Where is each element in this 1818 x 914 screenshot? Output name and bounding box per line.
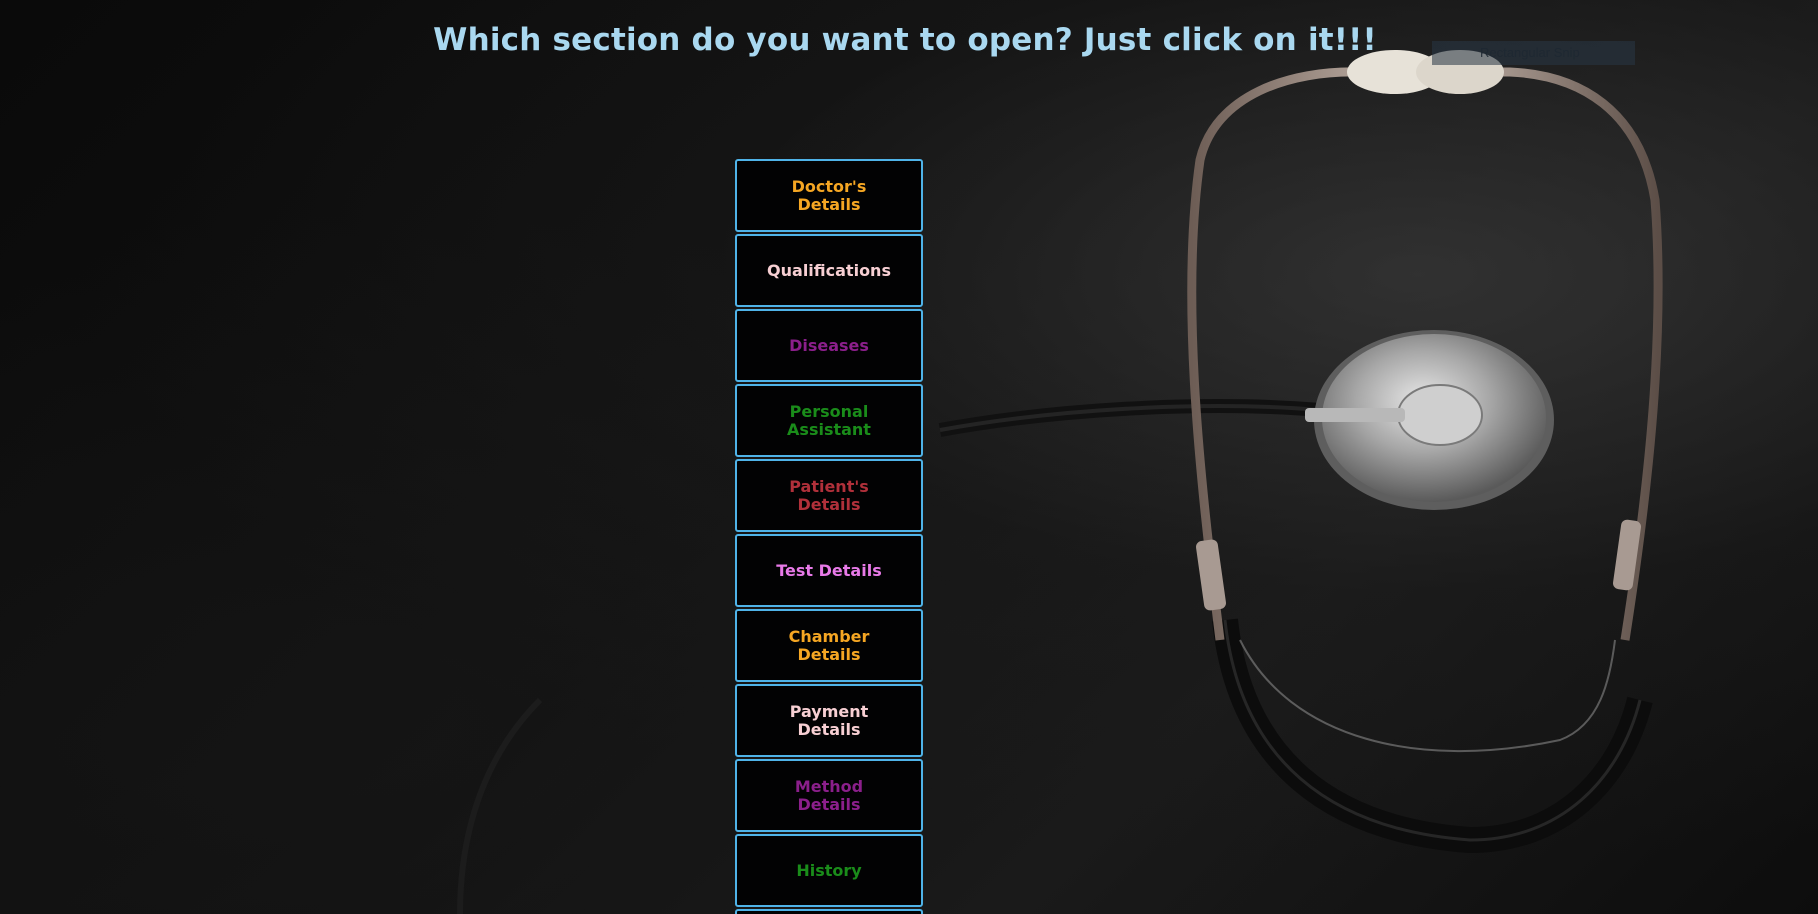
next-section-button-partial[interactable] bbox=[735, 909, 923, 914]
page: Which section do you want to open? Just … bbox=[0, 0, 1818, 914]
test-details-button[interactable]: Test Details bbox=[735, 534, 923, 607]
diseases-label: Diseases bbox=[789, 335, 869, 355]
doctors-details-button[interactable]: Doctor's Details bbox=[735, 159, 923, 232]
doctors-details-label: Doctor's Details bbox=[791, 176, 867, 214]
chamber-details-button[interactable]: Chamber Details bbox=[735, 609, 923, 682]
personal-assistant-button[interactable]: Personal Assistant bbox=[735, 384, 923, 457]
section-menu: Doctor's Details Qualifications Diseases… bbox=[735, 159, 923, 914]
patients-details-label: Patient's Details bbox=[789, 476, 869, 514]
test-details-label: Test Details bbox=[776, 560, 882, 580]
history-label: History bbox=[796, 860, 862, 880]
qualifications-label: Qualifications bbox=[767, 260, 891, 280]
qualifications-button[interactable]: Qualifications bbox=[735, 234, 923, 307]
history-button[interactable]: History bbox=[735, 834, 923, 907]
method-details-button[interactable]: Method Details bbox=[735, 759, 923, 832]
diseases-button[interactable]: Diseases bbox=[735, 309, 923, 382]
patients-details-button[interactable]: Patient's Details bbox=[735, 459, 923, 532]
chamber-details-label: Chamber Details bbox=[788, 626, 870, 664]
rectangular-snip-overlay: Rectangular Snip bbox=[1432, 41, 1635, 65]
payment-details-label: Payment Details bbox=[789, 701, 869, 739]
personal-assistant-label: Personal Assistant bbox=[787, 401, 871, 439]
method-details-label: Method Details bbox=[794, 776, 864, 814]
payment-details-button[interactable]: Payment Details bbox=[735, 684, 923, 757]
